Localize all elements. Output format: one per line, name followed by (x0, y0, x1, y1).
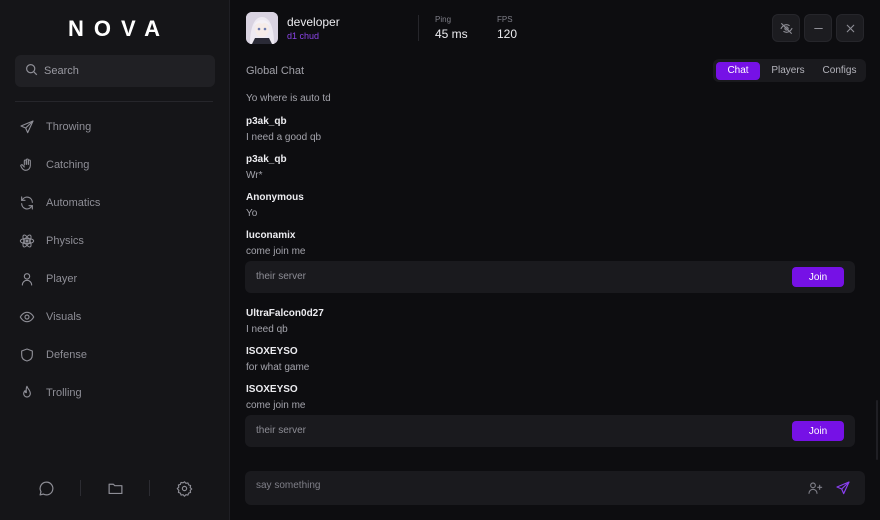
username: developer (287, 15, 340, 29)
message-text: come join me (246, 246, 306, 257)
user-subtitle: d1 chud (287, 31, 320, 41)
chat-message: UltraFalcon0d27 I need qb (246, 308, 324, 335)
chat-scrollbar[interactable] (876, 400, 878, 460)
shield-icon (21, 348, 33, 362)
chat-tabs: Chat Players Configs (713, 59, 866, 82)
eye-icon (19, 311, 35, 323)
sidebar-item-physics[interactable]: Physics (0, 222, 230, 260)
message-text: I need a good qb (246, 132, 322, 143)
sidebar-item-player[interactable]: Player (0, 260, 230, 298)
ping-value: 45 ms (435, 27, 468, 41)
tab-players[interactable]: Players (760, 62, 816, 80)
chat-title: Global Chat (246, 65, 305, 77)
sidebar-item-automatics[interactable]: Automatics (0, 184, 230, 222)
invite-label: their server (256, 271, 307, 282)
add-user-icon[interactable] (807, 480, 823, 496)
message-author: UltraFalcon0d27 (246, 308, 324, 319)
message-author: Anonymous (246, 192, 304, 203)
message-author: p3ak_qb (246, 116, 287, 127)
chat-message: p3ak_qb I need a good qb (246, 116, 321, 143)
search-icon (25, 63, 38, 79)
invite-label: their server (256, 425, 307, 436)
app-logo: NOVA (68, 16, 170, 41)
sidebar-nav: Throwing Catching Automatics Physics Pla… (0, 108, 230, 412)
sidebar-item-trolling[interactable]: Trolling (0, 374, 230, 412)
sidebar-footer (0, 470, 230, 506)
flame-icon (23, 385, 31, 398)
sidebar-item-label: Trolling (46, 387, 82, 399)
sidebar-item-label: Automatics (46, 197, 101, 209)
chat-message: ISOXEYSO come join me (246, 384, 305, 411)
sidebar-item-throwing[interactable]: Throwing (0, 108, 230, 146)
chat-bubble-icon[interactable] (12, 480, 80, 497)
chat-message-text: Yo where is auto td (246, 93, 331, 104)
gear-icon[interactable] (150, 480, 218, 497)
sidebar-item-catching[interactable]: Catching (0, 146, 230, 184)
atom-icon (19, 234, 35, 248)
hand-icon (20, 158, 31, 171)
sidebar: NOVA Throwing Catching Automatics Physic… (0, 0, 230, 520)
avatar[interactable] (246, 12, 278, 44)
minimize-icon (813, 27, 823, 29)
sidebar-item-visuals[interactable]: Visuals (0, 298, 230, 336)
minimize-button[interactable] (804, 14, 832, 42)
sidebar-item-defense[interactable]: Defense (0, 336, 230, 374)
user-icon (21, 273, 33, 286)
close-button[interactable] (836, 14, 864, 42)
tab-chat[interactable]: Chat (716, 61, 760, 80)
message-text: come join me (246, 400, 306, 411)
message-text: I need qb (246, 324, 288, 335)
message-text: Yo (246, 208, 258, 219)
folder-icon[interactable] (81, 480, 149, 497)
message-composer (245, 471, 865, 505)
search-box[interactable] (15, 55, 215, 87)
fps-label: FPS (497, 15, 513, 24)
header-separator (418, 15, 419, 41)
message-input[interactable] (256, 480, 776, 491)
eye-off-icon (780, 22, 792, 34)
fps-stat: FPS 120 (497, 15, 517, 41)
message-author: ISOXEYSO (246, 384, 298, 395)
chat-message: p3ak_qb Wr* (246, 154, 287, 181)
message-text: Wr* (246, 170, 263, 181)
join-button[interactable]: Join (792, 267, 844, 287)
hide-window-button[interactable] (772, 14, 800, 42)
sidebar-item-label: Catching (46, 159, 90, 171)
message-text: for what game (246, 362, 310, 373)
sidebar-item-label: Physics (46, 235, 84, 247)
sidebar-item-label: Defense (46, 349, 87, 361)
tab-configs[interactable]: Configs (816, 62, 863, 80)
message-author: luconamix (246, 230, 296, 241)
close-icon (846, 24, 854, 32)
send-message-icon[interactable] (835, 480, 851, 496)
message-author: p3ak_qb (246, 154, 287, 165)
ping-label: Ping (435, 15, 452, 24)
top-bar: developer d1 chud Ping 45 ms FPS 120 (231, 0, 880, 56)
ping-stat: Ping 45 ms (435, 15, 468, 41)
sidebar-item-label: Throwing (46, 121, 92, 133)
server-invite: their server Join (245, 261, 855, 293)
chat-message: luconamix come join me (246, 230, 305, 257)
fps-value: 120 (497, 27, 518, 41)
server-invite: their server Join (245, 415, 855, 447)
chat-message: Anonymous Yo (246, 192, 304, 219)
search-input[interactable] (44, 65, 204, 77)
send-icon (20, 120, 34, 134)
join-button[interactable]: Join (792, 421, 844, 441)
message-author: ISOXEYSO (246, 346, 298, 357)
sidebar-item-label: Player (46, 273, 78, 285)
sidebar-item-label: Visuals (46, 311, 82, 323)
refresh-icon (21, 196, 33, 210)
chat-message: ISOXEYSO for what game (246, 346, 309, 373)
sidebar-divider (15, 101, 213, 102)
